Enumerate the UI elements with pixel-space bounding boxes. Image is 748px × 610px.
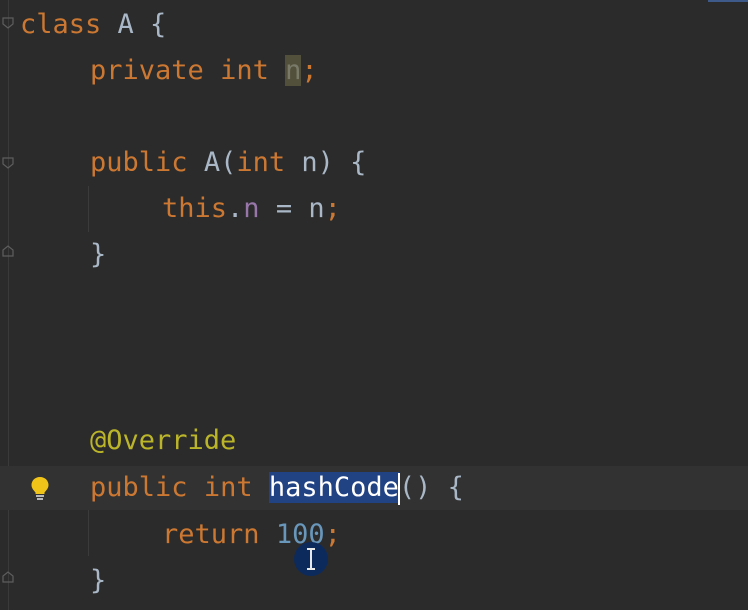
- keyword-int: int: [236, 147, 286, 178]
- constructor-params: n) {: [285, 147, 367, 178]
- method-name-selected[interactable]: hashCode: [268, 472, 399, 503]
- fold-marker-icon[interactable]: [1, 156, 15, 170]
- override-annotation: @Override: [90, 425, 237, 456]
- assignment-expression: = n: [259, 193, 325, 224]
- code-line-constructor[interactable]: public A(int n) {: [90, 140, 366, 186]
- semicolon: ;: [324, 519, 341, 550]
- field-n: n: [243, 193, 260, 224]
- scrollbar-marker: [708, 0, 748, 2]
- keyword-return: return: [162, 519, 260, 550]
- keyword-class: class: [20, 9, 102, 40]
- code-line-class-declaration[interactable]: class A {: [20, 2, 166, 48]
- keyword-int: int: [203, 472, 253, 503]
- text-ibeam-cursor-icon: [304, 547, 318, 571]
- code-line-hashcode-method[interactable]: public int hashCode() {: [90, 465, 464, 511]
- closing-brace: }: [90, 239, 107, 270]
- indent-guide: [88, 186, 89, 232]
- lightbulb-icon[interactable]: [29, 475, 51, 501]
- class-name: A {: [101, 9, 167, 40]
- keyword-private: private: [90, 55, 204, 86]
- code-editor[interactable]: class A { private int n; public A(int n)…: [0, 0, 748, 610]
- code-line-field-declaration[interactable]: private int n;: [90, 48, 318, 94]
- indent-guide: [88, 510, 89, 556]
- keyword-this: this: [162, 193, 228, 224]
- keyword-public: public: [90, 147, 188, 178]
- editor-gutter[interactable]: [0, 0, 22, 610]
- fold-marker-icon[interactable]: [1, 570, 15, 584]
- fold-marker-icon[interactable]: [1, 16, 15, 30]
- code-line-close-brace[interactable]: }: [90, 558, 106, 604]
- keyword-public: public: [90, 472, 188, 503]
- dot: .: [227, 193, 244, 224]
- fold-marker-icon[interactable]: [1, 244, 15, 258]
- code-line-close-brace[interactable]: }: [90, 232, 106, 278]
- gutter-divider: [8, 0, 9, 610]
- keyword-int: int: [220, 55, 269, 86]
- code-line-assignment[interactable]: this.n = n;: [162, 186, 341, 232]
- closing-brace: }: [90, 565, 107, 596]
- semicolon: ;: [324, 193, 341, 224]
- constructor-name: A(: [203, 147, 237, 178]
- field-n-highlighted: n: [285, 55, 302, 86]
- semicolon: ;: [301, 55, 318, 86]
- method-params: () {: [398, 472, 464, 503]
- code-line-annotation[interactable]: @Override: [90, 418, 236, 464]
